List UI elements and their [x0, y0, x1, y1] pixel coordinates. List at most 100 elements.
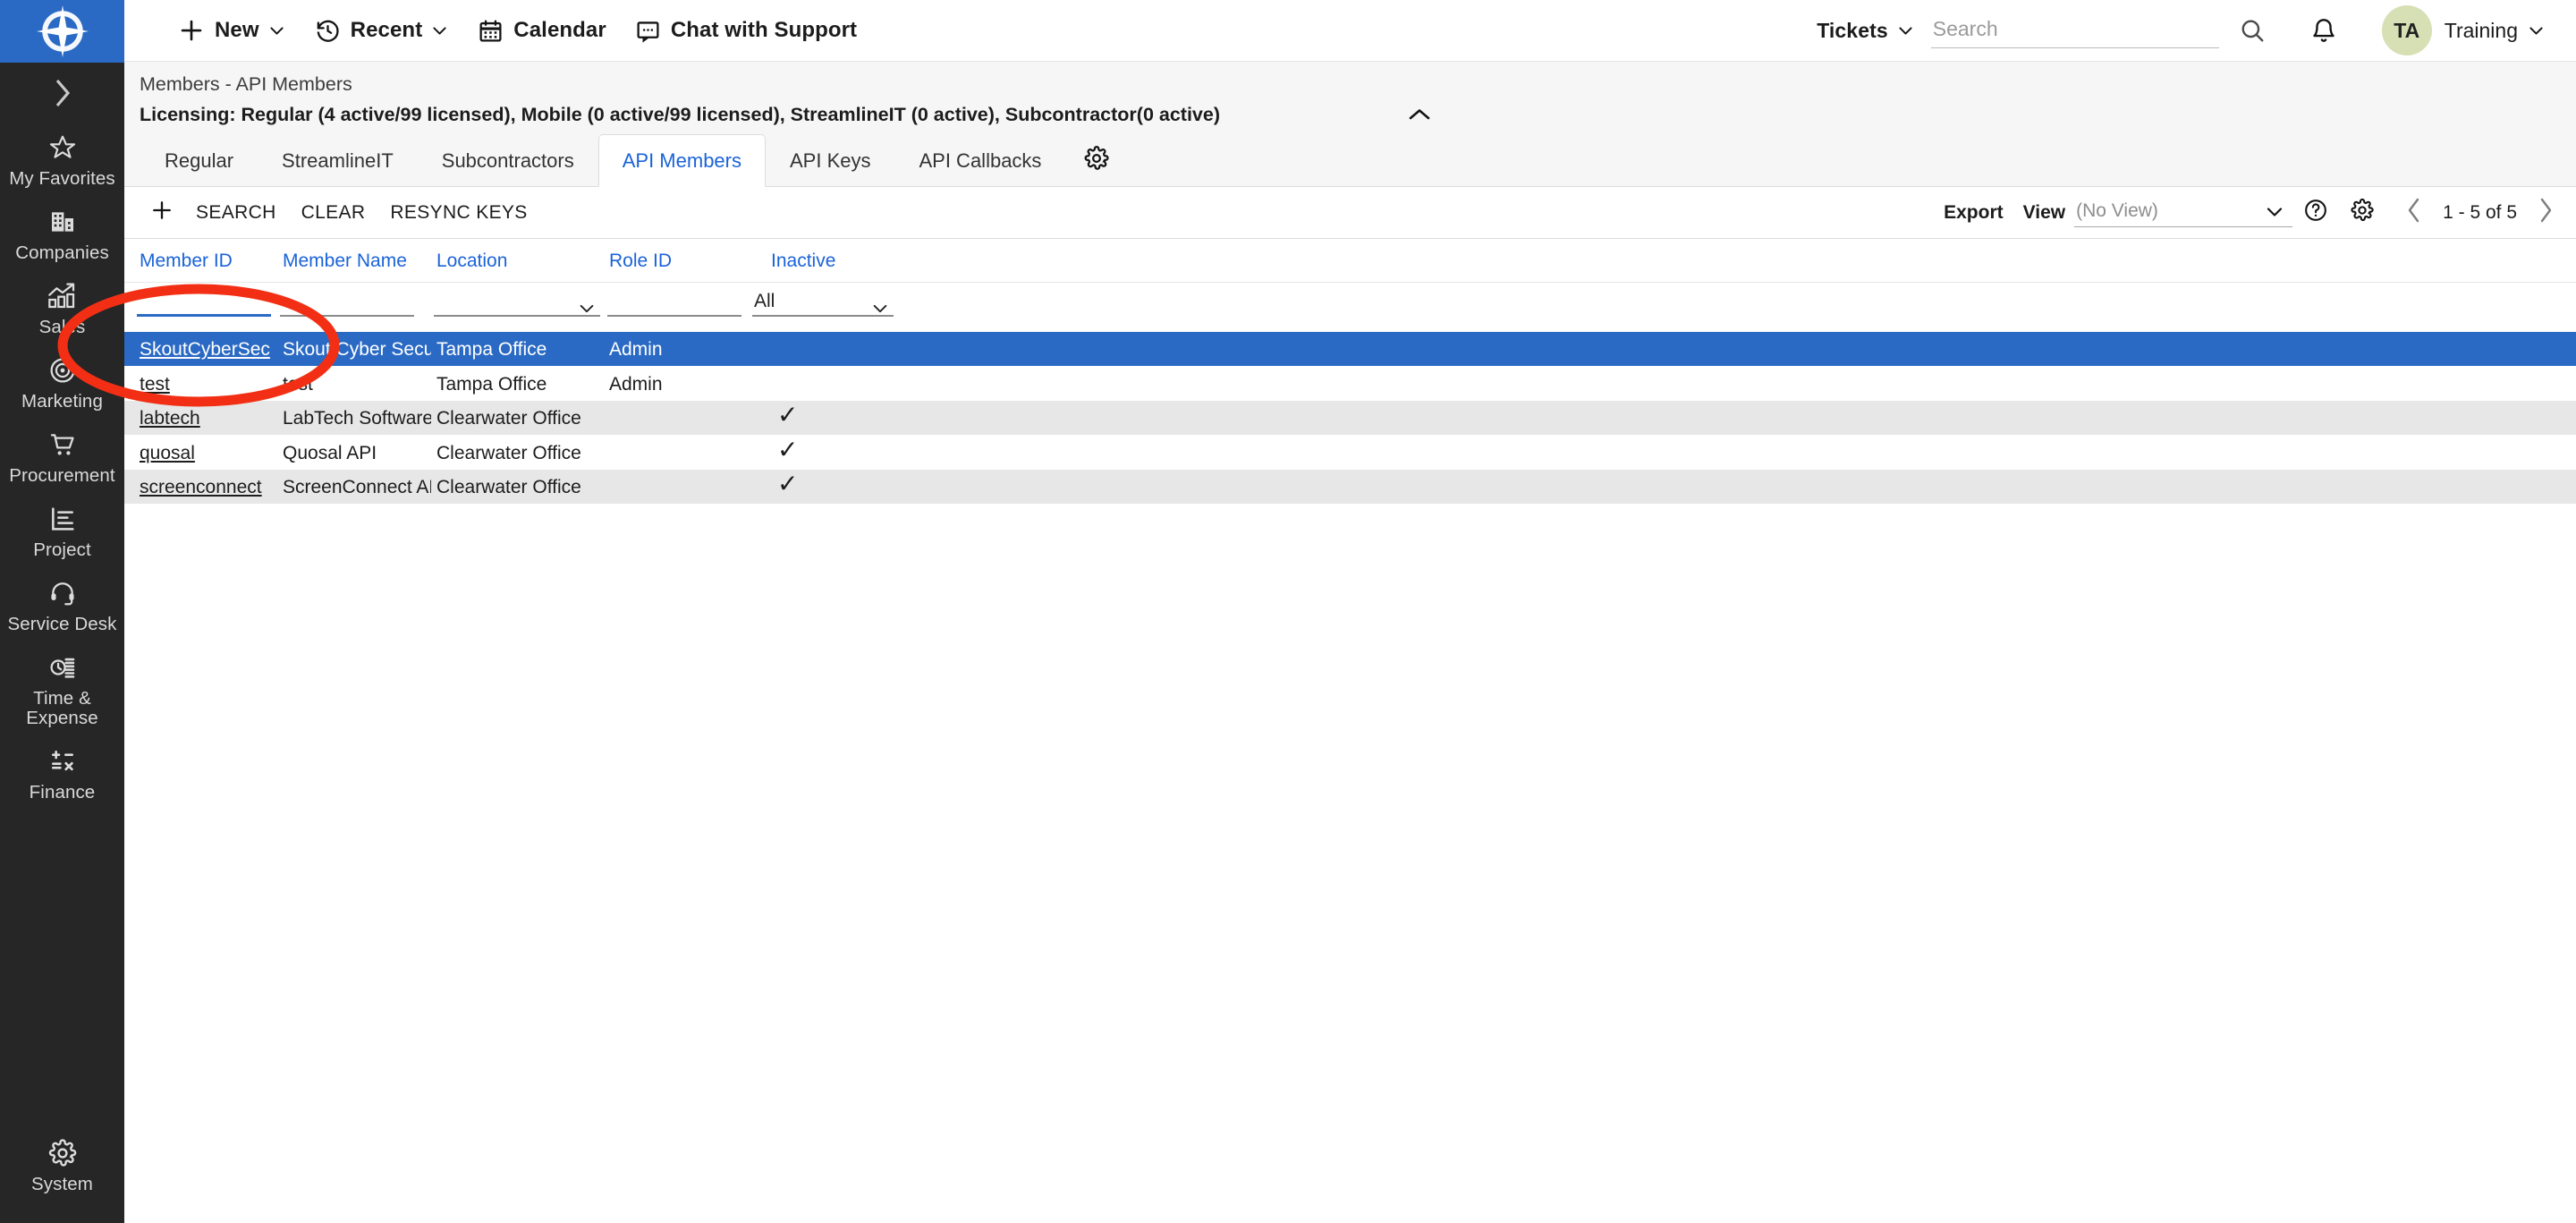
sidebar-item-time-and-expense[interactable]: Time & Expense [0, 643, 124, 737]
chevron-right-icon [53, 78, 72, 108]
tab-api-keys[interactable]: API Keys [766, 135, 894, 186]
filter-role-id-input[interactable] [607, 289, 741, 317]
cell-member-name: Skout Cyber Secur... [283, 339, 431, 360]
plus-icon [149, 198, 174, 227]
sidebar-item-my-favorites[interactable]: My Favorites [0, 123, 124, 198]
tickets-menu-label: Tickets [1817, 18, 1888, 42]
sidebar-item-service-desk[interactable]: Service Desk [0, 569, 124, 643]
filter-inactive-select[interactable]: All [752, 289, 894, 317]
app-root: My Favorites Companies Sales Marketing P… [0, 0, 2576, 1223]
sidebar-item-procurement[interactable]: Procurement [0, 420, 124, 495]
table-row[interactable]: screenconnect ScreenConnect API Clearwat… [124, 470, 2576, 505]
table-row[interactable]: SkoutCyberSec Skout Cyber Secur... Tampa… [124, 332, 2576, 367]
filter-member-name-input[interactable] [280, 289, 414, 317]
gear-icon [1083, 145, 1110, 176]
column-header-inactive[interactable]: Inactive [771, 251, 835, 272]
help-button[interactable] [2292, 198, 2339, 227]
cell-member-id[interactable]: SkoutCyberSec [140, 339, 270, 361]
export-button[interactable]: Export [1931, 202, 2016, 224]
filter-member-id-input[interactable] [137, 289, 271, 317]
column-header-member-id[interactable]: Member ID [140, 251, 233, 272]
chat-bubble-icon [635, 18, 661, 44]
tab-label: StreamlineIT [282, 149, 394, 172]
filter-role-id-cell [607, 289, 741, 325]
sidebar-item-marketing[interactable]: Marketing [0, 346, 124, 420]
chevron-down-icon[interactable] [2527, 21, 2546, 40]
chat-with-support-button[interactable]: Chat with Support [621, 0, 871, 62]
column-header-location[interactable]: Location [436, 251, 507, 272]
tab-api-members[interactable]: API Members [597, 134, 766, 187]
chevron-down-icon [430, 21, 449, 40]
cell-location: Clearwater Office [436, 477, 581, 497]
clear-button[interactable]: CLEAR [289, 202, 378, 224]
filter-inactive-cell: All [752, 289, 894, 325]
recent-menu-button[interactable]: Recent [301, 0, 464, 62]
cell-location: Clearwater Office [436, 442, 581, 463]
tab-streamlineit[interactable]: StreamlineIT [258, 135, 418, 186]
sidebar-item-label: Marketing [21, 391, 103, 412]
tab-subcontractors[interactable]: Subcontractors [418, 135, 598, 186]
sidebar-item-finance[interactable]: Finance [0, 737, 124, 811]
pager-next-button[interactable] [2522, 197, 2576, 228]
avatar-initials: TA [2394, 18, 2420, 42]
cell-inactive: ✓ [777, 405, 799, 425]
sidebar-item-project[interactable]: Project [0, 495, 124, 569]
sidebar-item-label: Companies [15, 242, 109, 263]
cell-member-name: LabTech Software [283, 408, 431, 429]
table-row[interactable]: test test Tampa Office Admin [124, 366, 2576, 401]
sidebar-item-label: System [31, 1174, 93, 1194]
tickets-menu-button[interactable]: Tickets [1802, 0, 1919, 62]
table-row[interactable]: quosal Quosal API Clearwater Office ✓ [124, 435, 2576, 470]
filter-location-select[interactable] [434, 289, 600, 317]
new-menu-label: New [215, 18, 259, 42]
pager-previous-button[interactable] [2385, 197, 2437, 228]
gear-icon [47, 1138, 79, 1168]
calendar-icon [478, 18, 504, 44]
chevron-down-icon [1896, 21, 1915, 40]
column-header-member-name[interactable]: Member Name [283, 251, 407, 272]
column-header-role-id[interactable]: Role ID [609, 251, 672, 272]
search-input[interactable] [1930, 13, 2219, 48]
resync-keys-button[interactable]: RESYNC KEYS [377, 202, 539, 224]
cell-role-id: Admin [609, 339, 663, 360]
view-selector[interactable]: (No View) [2074, 198, 2293, 227]
sidebar-item-label: My Favorites [9, 168, 115, 189]
sidebar-expand-button[interactable] [0, 63, 124, 123]
cell-member-id[interactable]: screenconnect [140, 477, 262, 498]
sidebar-item-companies[interactable]: Companies [0, 198, 124, 272]
sidebar-item-sales[interactable]: Sales [0, 272, 124, 346]
grid-settings-button[interactable] [2339, 198, 2385, 227]
sidebar-item-system[interactable]: System [0, 1129, 124, 1203]
new-menu-button[interactable]: New [164, 0, 301, 62]
calendar-button[interactable]: Calendar [463, 0, 621, 62]
cell-location: Clearwater Office [436, 408, 581, 429]
grid-action-toolbar: SEARCH CLEAR RESYNC KEYS Export View (No… [124, 187, 2576, 239]
calendar-label: Calendar [513, 18, 606, 42]
pager-range-label: 1 - 5 of 5 [2443, 201, 2517, 223]
sidebar-item-label: Sales [38, 317, 86, 337]
gantt-chart-icon [47, 504, 78, 534]
cell-location: Tampa Office [436, 373, 547, 395]
clock-list-icon [47, 652, 78, 683]
tab-label: Subcontractors [441, 149, 574, 172]
tab-api-callbacks[interactable]: API Callbacks [894, 135, 1065, 186]
add-record-button[interactable] [140, 198, 183, 227]
search-button[interactable]: SEARCH [183, 202, 289, 224]
chevron-down-icon [267, 21, 286, 40]
tab-settings-button[interactable] [1065, 135, 1128, 186]
cell-member-id[interactable]: test [140, 374, 170, 395]
view-select[interactable]: (No View) [2074, 198, 2293, 227]
user-name-label[interactable]: Training [2445, 19, 2518, 43]
cell-member-id[interactable]: labtech [140, 408, 200, 429]
cell-member-id[interactable]: quosal [140, 443, 195, 464]
tab-regular[interactable]: Regular [140, 135, 258, 186]
recent-menu-label: Recent [350, 18, 423, 42]
header-collapse-button[interactable] [1408, 107, 1431, 126]
search-icon[interactable] [2239, 17, 2266, 44]
notification-bell-icon[interactable] [2310, 16, 2337, 45]
filter-location-cell [434, 289, 600, 325]
avatar[interactable]: TA [2381, 5, 2432, 55]
table-row[interactable]: labtech LabTech Software Clearwater Offi… [124, 401, 2576, 436]
grid-header-row: Member ID Member Name Location Role ID I… [124, 239, 2576, 283]
app-logo[interactable] [0, 0, 124, 63]
